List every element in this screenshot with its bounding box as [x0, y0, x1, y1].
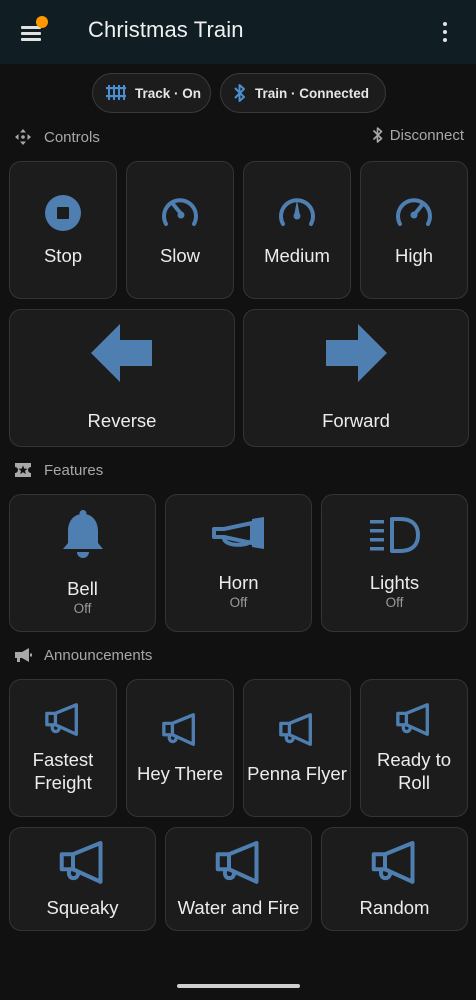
- bell-label: Bell: [67, 578, 98, 599]
- bluetooth-icon: [234, 84, 245, 102]
- arrow-left-icon: [91, 324, 152, 382]
- ticket-star-icon: [15, 463, 31, 477]
- high-button[interactable]: High: [360, 161, 468, 299]
- lights-state: Off: [385, 594, 404, 610]
- announcement-label: Fastest Freight: [32, 749, 94, 793]
- stop-circle-icon: [45, 194, 81, 231]
- megaphone-icon: [162, 712, 195, 746]
- announcement-ready-to-roll[interactable]: Ready to Roll: [360, 679, 468, 817]
- features-section-header: Features: [14, 458, 103, 482]
- medium-label: Medium: [264, 244, 330, 266]
- announcement-water-and-fire[interactable]: Water and Fire: [165, 827, 312, 931]
- gamepad-icon: [15, 129, 31, 145]
- bell-state: Off: [73, 601, 92, 616]
- bell-button[interactable]: Bell Off: [9, 494, 156, 632]
- announcement-label: Water and Fire: [177, 896, 300, 918]
- slow-label: Slow: [159, 244, 201, 266]
- train-status-label: Train · Connected: [255, 85, 370, 101]
- headlight-icon: [369, 516, 420, 553]
- forward-label: Forward: [322, 410, 390, 431]
- overflow-menu-button[interactable]: [436, 20, 454, 46]
- disconnect-label: Disconnect: [389, 126, 464, 144]
- bullhorn-icon: [15, 648, 32, 662]
- high-label: High: [394, 244, 434, 266]
- announcements-section-header: Announcements: [14, 643, 152, 667]
- menu-button[interactable]: [18, 16, 48, 46]
- page-title: Christmas Train: [88, 17, 244, 42]
- megaphone-icon: [59, 840, 102, 884]
- announcement-label: Ready to Roll: [376, 749, 452, 793]
- bell-icon: [62, 510, 103, 558]
- speedometer-high-icon: [396, 197, 432, 226]
- announcement-label: Penna Flyer: [247, 762, 347, 784]
- forward-button[interactable]: Forward: [243, 309, 469, 447]
- medium-button[interactable]: Medium: [243, 161, 351, 299]
- horn-state: Off: [229, 594, 248, 610]
- megaphone-icon: [215, 840, 258, 884]
- reverse-label: Reverse: [87, 410, 157, 431]
- train-status-chip[interactable]: Train · Connected: [220, 73, 386, 113]
- speedometer-slow-icon: [162, 197, 198, 226]
- home-indicator[interactable]: [177, 984, 300, 988]
- horn-label: Horn: [218, 571, 259, 593]
- controls-section-title: Controls: [44, 128, 100, 146]
- reverse-button[interactable]: Reverse: [9, 309, 235, 447]
- announcement-fastest-freight[interactable]: Fastest Freight: [9, 679, 117, 817]
- announcement-squeaky[interactable]: Squeaky: [9, 827, 156, 931]
- speedometer-medium-icon: [279, 197, 315, 226]
- bluetooth-off-icon: [372, 127, 383, 143]
- disconnect-button[interactable]: Disconnect: [372, 126, 464, 144]
- announcement-hey-there[interactable]: Hey There: [126, 679, 234, 817]
- top-app-bar: Christmas Train: [0, 0, 476, 64]
- stop-label: Stop: [43, 244, 83, 266]
- controls-section-header: Controls: [14, 125, 100, 149]
- megaphone-icon: [371, 840, 414, 884]
- announcement-label: Random: [359, 896, 430, 918]
- arrow-right-icon: [326, 324, 387, 382]
- track-status-chip[interactable]: Track · On: [92, 73, 211, 113]
- horn-button[interactable]: Horn Off: [165, 494, 312, 632]
- announcement-label: Squeaky: [46, 896, 119, 918]
- slow-button[interactable]: Slow: [126, 161, 234, 299]
- features-section-title: Features: [44, 461, 104, 479]
- announcements-section-title: Announcements: [44, 646, 153, 664]
- track-status-label: Track · On: [135, 85, 202, 101]
- lights-button[interactable]: Lights Off: [321, 494, 468, 632]
- bugle-icon: [211, 516, 264, 549]
- notification-badge: [36, 16, 48, 28]
- announcement-label: Hey There: [136, 762, 224, 784]
- megaphone-icon: [396, 703, 429, 736]
- lights-label: Lights: [369, 571, 420, 593]
- megaphone-icon: [279, 712, 312, 746]
- track-icon: [106, 85, 126, 100]
- announcement-random[interactable]: Random: [321, 827, 468, 931]
- announcement-penna-flyer[interactable]: Penna Flyer: [243, 679, 351, 817]
- stop-button[interactable]: Stop: [9, 161, 117, 299]
- megaphone-icon: [45, 703, 78, 736]
